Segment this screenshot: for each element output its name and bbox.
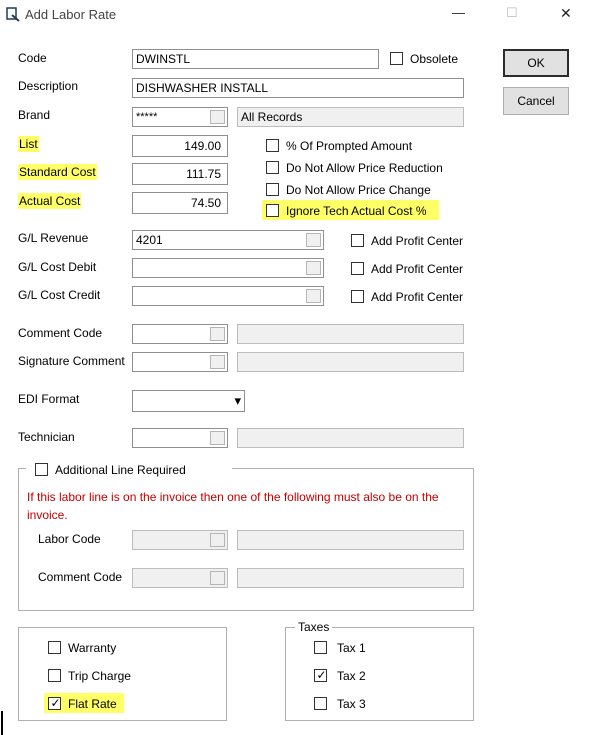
- gl-cost-credit-profit-center-label: Add Profit Center: [371, 290, 464, 304]
- no-price-reduction-label: Do Not Allow Price Reduction: [286, 161, 443, 175]
- technician-label: Technician: [18, 430, 75, 444]
- gl-cost-debit-input[interactable]: [132, 258, 324, 278]
- gl-revenue-profit-center-checkbox[interactable]: [351, 234, 364, 247]
- list-input[interactable]: 149.00: [132, 135, 228, 157]
- gl-cost-debit-profit-center-checkbox[interactable]: [351, 262, 364, 275]
- tax2-checkbox[interactable]: ✓: [314, 668, 327, 682]
- tax1-label: Tax 1: [337, 641, 366, 655]
- chevron-down-icon: ▾: [234, 393, 241, 408]
- text-cursor: [1, 711, 3, 735]
- checkmark-icon: ✓: [50, 696, 61, 710]
- window-title: Add Labor Rate: [25, 7, 117, 22]
- gl-cost-credit-label: G/L Cost Credit: [18, 288, 101, 302]
- code-input[interactable]: DWINSTL: [132, 49, 379, 69]
- gl-cost-debit-profit-center-label: Add Profit Center: [371, 262, 464, 276]
- description-label: Description: [18, 79, 79, 93]
- edi-format-select[interactable]: ▾: [132, 390, 245, 412]
- actual-cost-label: Actual Cost: [18, 193, 82, 209]
- signature-comment-lookup-button[interactable]: [210, 355, 225, 369]
- labor-code-label: Labor Code: [38, 532, 101, 546]
- comment-code-lookup-button[interactable]: [210, 327, 225, 341]
- ignore-tech-cost-checkbox[interactable]: [266, 204, 279, 217]
- actual-cost-input[interactable]: 74.50: [132, 192, 228, 214]
- flat-rate-checkbox[interactable]: ✓: [48, 696, 61, 710]
- standard-cost-label: Standard Cost: [18, 164, 97, 180]
- warranty-checkbox[interactable]: [48, 641, 61, 654]
- brand-lookup-button[interactable]: [210, 110, 225, 124]
- technician-display: [237, 428, 464, 448]
- close-icon[interactable]: ✕: [560, 5, 572, 21]
- signature-comment-display: [237, 352, 464, 372]
- gl-cost-debit-label: G/L Cost Debit: [18, 260, 97, 274]
- technician-lookup-button[interactable]: [210, 431, 225, 445]
- gl-cost-credit-input[interactable]: [132, 286, 324, 306]
- no-price-change-checkbox[interactable]: [266, 183, 279, 196]
- taxes-title: Taxes: [295, 619, 333, 635]
- edi-format-label: EDI Format: [18, 392, 80, 406]
- labor-code-input[interactable]: [132, 530, 228, 550]
- comment-code-input[interactable]: [132, 324, 228, 344]
- comment-code-label: Comment Code: [18, 326, 103, 340]
- minimize-icon[interactable]: —: [452, 5, 465, 21]
- technician-input[interactable]: [132, 428, 228, 448]
- gl-revenue-profit-center-label: Add Profit Center: [371, 234, 464, 248]
- trip-charge-label: Trip Charge: [68, 669, 131, 683]
- maximize-icon: ☐: [506, 5, 518, 20]
- gl-revenue-input[interactable]: 4201: [132, 230, 324, 250]
- ignore-tech-cost-label: Ignore Tech Actual Cost %: [286, 204, 427, 218]
- additional-comment-code-lookup-button[interactable]: [210, 571, 225, 585]
- tax3-label: Tax 3: [337, 697, 366, 711]
- tax3-checkbox[interactable]: [314, 697, 327, 710]
- brand-input[interactable]: *****: [132, 107, 228, 127]
- prompted-amount-checkbox[interactable]: [266, 139, 279, 152]
- gl-cost-credit-profit-center-checkbox[interactable]: [351, 290, 364, 303]
- labor-code-display: [237, 530, 464, 550]
- tax2-label: Tax 2: [337, 669, 366, 683]
- warranty-label: Warranty: [68, 641, 117, 655]
- gl-revenue-lookup-button[interactable]: [306, 233, 321, 247]
- additional-line-label: Additional Line Required: [55, 463, 186, 477]
- no-price-reduction-checkbox[interactable]: [266, 161, 279, 174]
- tax1-checkbox[interactable]: [314, 641, 327, 654]
- trip-charge-checkbox[interactable]: [48, 669, 61, 682]
- brand-display: All Records: [237, 107, 464, 127]
- additional-comment-code-display: [237, 568, 464, 588]
- additional-comment-code-label: Comment Code: [38, 570, 123, 584]
- signature-comment-label: Signature Comment: [18, 354, 125, 368]
- prompted-amount-label: % Of Prompted Amount: [286, 139, 413, 153]
- obsolete-label: Obsolete: [410, 52, 459, 66]
- additional-comment-code-input[interactable]: [132, 568, 228, 588]
- gl-revenue-label: G/L Revenue: [18, 231, 89, 245]
- comment-code-display: [237, 324, 464, 344]
- app-icon: [6, 7, 20, 22]
- flat-rate-label: Flat Rate: [68, 697, 117, 711]
- obsolete-checkbox[interactable]: [390, 52, 403, 65]
- ok-button[interactable]: OK: [503, 49, 569, 77]
- brand-value: *****: [136, 111, 158, 123]
- code-label: Code: [18, 51, 47, 65]
- gl-revenue-value: 4201: [136, 233, 163, 247]
- no-price-change-label: Do Not Allow Price Change: [286, 183, 431, 197]
- gl-cost-debit-lookup-button[interactable]: [306, 261, 321, 275]
- cancel-button[interactable]: Cancel: [503, 87, 569, 115]
- additional-line-checkbox[interactable]: [35, 463, 48, 476]
- labor-code-lookup-button[interactable]: [210, 533, 225, 547]
- gl-cost-credit-lookup-button[interactable]: [306, 289, 321, 303]
- title-bar: Add Labor Rate — ☐ ✕: [0, 0, 592, 30]
- description-input[interactable]: DISHWASHER INSTALL: [132, 78, 464, 98]
- standard-cost-input[interactable]: 111.75: [132, 163, 228, 185]
- signature-comment-input[interactable]: [132, 352, 228, 372]
- additional-line-note: If this labor line is on the invoice the…: [27, 490, 439, 522]
- brand-label: Brand: [18, 108, 51, 122]
- list-label: List: [18, 136, 39, 152]
- checkmark-icon: ✓: [316, 668, 327, 682]
